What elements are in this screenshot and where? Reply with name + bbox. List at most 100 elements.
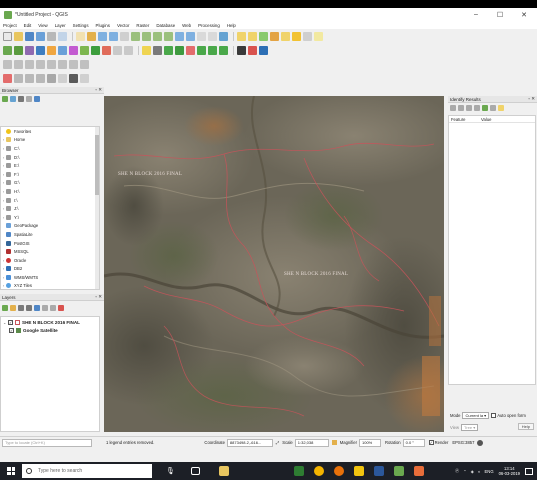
wcs-icon[interactable] [36, 74, 45, 83]
open-attribute-table-icon[interactable] [259, 32, 268, 41]
print-layout-icon[interactable] [47, 32, 56, 41]
layer-she-n-block[interactable]: ⌄ ✓ SHE N BLOCK 2016 FINAL [1, 318, 99, 326]
processing-icon[interactable] [69, 74, 78, 83]
menu-settings[interactable]: Settings [73, 23, 89, 28]
minimize-button[interactable]: – [466, 8, 486, 21]
menu-processing[interactable]: Processing [198, 23, 220, 28]
all-icon[interactable] [3, 74, 12, 83]
bookmark-icon[interactable] [197, 32, 206, 41]
browser-panel-buttons[interactable]: ▫ ✕ [95, 87, 102, 93]
browser-item-wms[interactable]: › WMS/WMTS [1, 273, 99, 282]
expand-tree-icon[interactable] [450, 105, 456, 111]
add-delimited-text-icon[interactable] [113, 46, 122, 55]
browser-item-favorites[interactable]: Favorites [1, 127, 99, 136]
new-shapefile-icon[interactable] [80, 46, 89, 55]
menu-edit[interactable]: Edit [24, 23, 32, 28]
add-feature-icon[interactable] [164, 46, 173, 55]
microphone-icon[interactable]: 🎙 [166, 467, 175, 475]
vertex-tool-icon[interactable] [175, 46, 184, 55]
mesh-icon[interactable] [14, 74, 23, 83]
add-selected-layers-icon[interactable] [2, 96, 8, 102]
sticky-notes-icon[interactable] [353, 466, 364, 476]
menu-help[interactable]: Help [227, 23, 236, 28]
add-wms-icon[interactable] [58, 46, 67, 55]
auto-open-form-checkbox[interactable] [491, 412, 497, 418]
scale-select[interactable]: 1:32,038 [294, 438, 329, 447]
rotate-label-icon[interactable] [47, 60, 56, 69]
add-wfs-icon[interactable] [69, 46, 78, 55]
menu-project[interactable]: Project [3, 23, 17, 28]
show-labels-icon[interactable] [25, 60, 34, 69]
view-select[interactable]: Tree ▾ [461, 423, 479, 431]
menu-raster[interactable]: Raster [136, 23, 149, 28]
file-explorer-icon[interactable] [218, 466, 229, 476]
filter-expression-icon[interactable] [34, 305, 40, 311]
chrome-icon[interactable] [313, 466, 324, 476]
diagram-icon[interactable] [69, 60, 78, 69]
zoom-rubber-icon[interactable] [120, 32, 129, 41]
volume-icon[interactable]: ◐ [478, 469, 481, 474]
zoom-last-icon[interactable] [175, 32, 184, 41]
zoom-next-icon[interactable] [186, 32, 195, 41]
pin-labels-icon[interactable] [14, 60, 23, 69]
language-indicator[interactable]: ENG [485, 469, 494, 474]
identify-settings-icon[interactable] [498, 105, 504, 111]
pan-icon[interactable] [76, 32, 85, 41]
add-virtual-layer-icon[interactable] [124, 46, 133, 55]
add-vector-layer-icon[interactable] [14, 46, 23, 55]
layers-panel-buttons[interactable]: ▫ ✕ [95, 294, 102, 300]
new-project-icon[interactable] [3, 32, 12, 41]
menu-plugins[interactable]: Plugins [96, 23, 110, 28]
browser-item-drive-f[interactable]: › F:\ [1, 170, 99, 179]
collapse-tree-icon[interactable] [458, 105, 464, 111]
results-icon[interactable] [80, 74, 89, 83]
delete-selected-icon[interactable] [186, 46, 195, 55]
add-layer-icon[interactable] [47, 74, 56, 83]
browser-item-drive-h[interactable]: › H:\ [1, 187, 99, 196]
layer-google-satellite[interactable]: ✓ Google Satellite [1, 326, 99, 334]
menu-vector[interactable]: Vector [117, 23, 129, 28]
plugin-icon[interactable] [248, 46, 257, 55]
copy-feature-icon[interactable] [482, 105, 488, 111]
browser-item-mssql[interactable]: MSSQL [1, 247, 99, 256]
paste-features-icon[interactable] [219, 46, 228, 55]
filter-browser-icon[interactable] [18, 96, 24, 102]
collapse-all-layers-icon[interactable] [50, 305, 56, 311]
move-label-icon[interactable] [36, 60, 45, 69]
remove-layer-icon[interactable] [58, 305, 64, 311]
word-icon[interactable] [373, 466, 384, 476]
identify-icon[interactable] [237, 32, 246, 41]
qgis-taskbar-icon[interactable] [393, 466, 404, 476]
zoom-selection-icon[interactable] [142, 32, 151, 41]
open-styling-icon[interactable] [2, 305, 8, 311]
people-icon[interactable]: ⓟ [455, 468, 459, 474]
locator-search-input[interactable]: Type to locate (Ctrl+K) [2, 438, 92, 447]
mode-select[interactable]: Current la ▾ [462, 411, 490, 419]
clock[interactable]: 13:14 06-03-2019 [499, 466, 520, 476]
save-as-icon[interactable] [36, 32, 45, 41]
pan-to-selection-icon[interactable] [87, 32, 96, 41]
tile-icon[interactable] [58, 74, 67, 83]
browser-item-drive-g[interactable]: › G:\ [1, 179, 99, 188]
menu-web[interactable]: Web [182, 23, 191, 28]
scrollbar-thumb[interactable] [95, 135, 99, 195]
refresh-icon[interactable] [219, 32, 228, 41]
column-value[interactable]: Value [479, 117, 509, 122]
render-checkbox[interactable]: ✓ [428, 440, 434, 445]
new-temporary-layer-icon[interactable] [102, 46, 111, 55]
data-source-manager-icon[interactable] [3, 46, 12, 55]
maximize-button[interactable]: ☐ [490, 8, 510, 21]
sum-icon[interactable] [292, 32, 301, 41]
browser-item-drive-i[interactable]: › I:\ [1, 196, 99, 205]
column-feature[interactable]: Feature [449, 117, 479, 122]
coordinate-field[interactable]: 8873498.2,-616... [226, 438, 273, 447]
digitize-icon[interactable] [142, 46, 151, 55]
app-icon[interactable] [413, 466, 424, 476]
close-button[interactable]: ✕ [514, 8, 534, 21]
magnifier-spinbox[interactable]: 100% [359, 438, 381, 447]
menu-view[interactable]: View [38, 23, 47, 28]
add-spatialite-icon[interactable] [47, 46, 56, 55]
browser-item-drive-c[interactable]: › C:\ [1, 144, 99, 153]
map-tips-icon[interactable] [314, 32, 323, 41]
browser-item-xyz[interactable]: › XYZ Tiles [1, 282, 99, 289]
